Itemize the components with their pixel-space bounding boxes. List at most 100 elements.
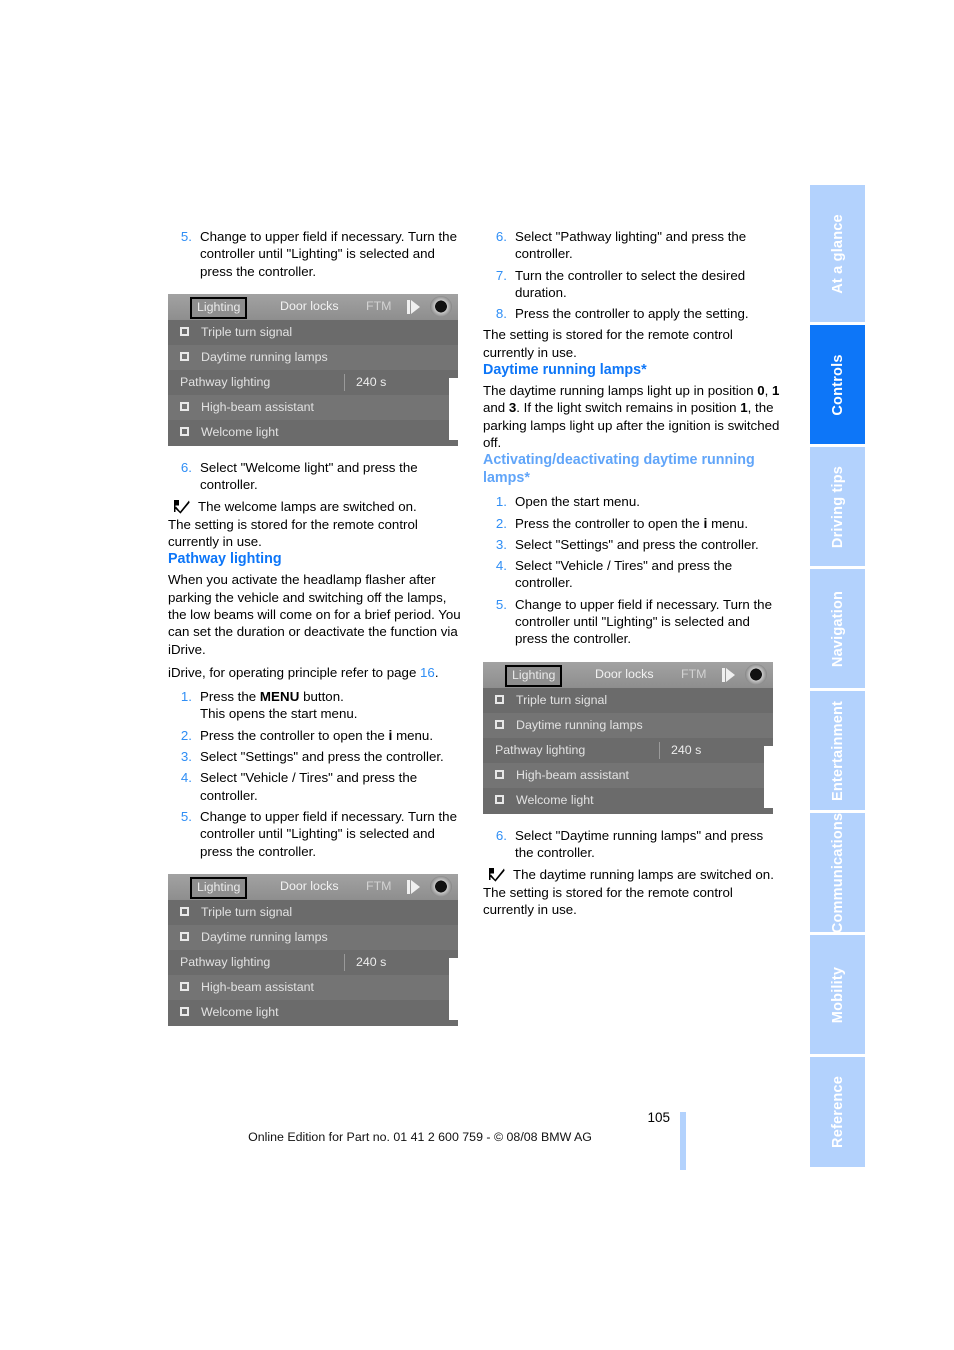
sidebar-tab-driving-tips[interactable]: Driving tips: [810, 447, 865, 569]
step-number: 8.: [495, 306, 507, 322]
step-number: 6.: [180, 459, 192, 475]
idrive-row-triple-turn-signal[interactable]: Triple turn signal: [168, 900, 458, 925]
result-text: The welcome lamps are switched on.: [198, 499, 417, 515]
idrive-rows: Triple turn signal Daytime running lamps…: [483, 688, 773, 813]
idrive-tab-door-locks[interactable]: Door locks: [595, 667, 654, 682]
step-number: 3.: [495, 536, 507, 552]
step-number: 6.: [495, 827, 507, 843]
controller-knob-icon: [745, 663, 767, 685]
step-second-line: This opens the start menu.: [200, 706, 358, 722]
idrive-row-high-beam-assistant[interactable]: High-beam assistant: [483, 762, 773, 788]
step-text: Select "Daytime running lamps" and press…: [515, 827, 764, 860]
idrive-tab-door-locks[interactable]: Door locks: [280, 879, 339, 894]
idrive-row-pathway-lighting[interactable]: Pathway lighting 240 s: [168, 950, 458, 975]
checkbox-icon[interactable]: [180, 427, 189, 437]
sidebar-tab-mobility[interactable]: Mobility: [810, 935, 865, 1057]
idrive-row-welcome-light[interactable]: Welcome light: [168, 1000, 458, 1025]
idrive-row-daytime-running-lamps[interactable]: Daytime running lamps: [483, 712, 773, 738]
row-label: Welcome light: [516, 792, 594, 807]
step-number: 4.: [495, 558, 507, 574]
step-number: 6.: [495, 229, 507, 244]
sidebar-tab-label: Entertainment: [829, 700, 846, 801]
idrive-row-pathway-lighting[interactable]: Pathway lighting 240 s: [168, 370, 458, 395]
row-label: High-beam assistant: [516, 767, 629, 782]
step-number: 7.: [495, 267, 507, 283]
step-text: Open the start menu.: [515, 494, 640, 510]
checkbox-icon[interactable]: [495, 794, 504, 804]
idrive-tab-lighting[interactable]: Lighting: [190, 876, 248, 899]
figure-watermark: [764, 745, 773, 808]
idrive-tab-ftm[interactable]: FTM: [681, 667, 706, 682]
controller-knob-icon: [430, 875, 452, 897]
idrive-row-pathway-lighting[interactable]: Pathway lighting 240 s: [483, 738, 773, 763]
step-number: 5.: [180, 808, 192, 824]
checkbox-icon[interactable]: [495, 694, 504, 704]
position-0: 0: [757, 383, 765, 399]
list-item: 5. Change to upper field if necessary. T…: [168, 228, 468, 280]
idrive-tab-ftm[interactable]: FTM: [366, 299, 391, 314]
idrive-tab-bar: Lighting Door locks FTM: [483, 661, 773, 688]
list-item: 6. Select "Welcome light" and press the …: [168, 459, 468, 494]
checkbox-icon[interactable]: [180, 327, 189, 337]
row-value: 240 s: [671, 742, 702, 757]
sidebar-tab-label: Communications: [829, 813, 846, 933]
manual-page: 5. Change to upper field if necessary. T…: [0, 0, 954, 1350]
step-text: Change to upper field if necessary. Turn…: [200, 229, 457, 279]
row-label: High-beam assistant: [201, 399, 314, 414]
idrive-screen-figure-2: Lighting Door locks FTM Triple turn sign…: [168, 873, 458, 1026]
right-column: 6. Select "Pathway lighting" and press t…: [483, 228, 783, 918]
idrive-tab-ftm[interactable]: FTM: [366, 879, 391, 894]
checkbox-icon[interactable]: [180, 1007, 189, 1017]
checkbox-icon[interactable]: [180, 352, 189, 362]
step-text: Turn the controller to select the desire…: [515, 267, 746, 300]
idrive-row-daytime-running-lamps[interactable]: Daytime running lamps: [168, 344, 458, 370]
idrive-row-welcome-light[interactable]: Welcome light: [483, 788, 773, 813]
idrive-row-welcome-light[interactable]: Welcome light: [168, 420, 458, 445]
checkbox-icon[interactable]: [495, 769, 504, 779]
row-value: 240 s: [356, 374, 387, 389]
idrive-rows: Triple turn signal Daytime running lamps…: [168, 900, 458, 1025]
idrive-ref-post: .: [434, 664, 439, 680]
sidebar-tab-navigation[interactable]: Navigation: [810, 569, 865, 691]
sidebar-tab-label: Controls: [829, 353, 846, 416]
drl-text-1: The daytime running lamps light up in po…: [483, 383, 758, 399]
row-label: Pathway lighting: [180, 954, 271, 969]
step-number: 1.: [495, 494, 507, 510]
idrive-tab-door-locks[interactable]: Door locks: [280, 299, 339, 314]
left-steps-procedure: 1. Press the MENU button. This opens the …: [168, 688, 468, 860]
sidebar-tab-entertainment[interactable]: Entertainment: [810, 691, 865, 813]
row-label: Pathway lighting: [495, 742, 586, 757]
checkbox-icon[interactable]: [495, 719, 504, 729]
heading-activating-deactivating-drl: Activating/deactivating daytime running …: [483, 452, 755, 487]
idrive-row-daytime-running-lamps[interactable]: Daytime running lamps: [168, 924, 458, 950]
sidebar-tab-at-a-glance[interactable]: At a glance: [810, 185, 865, 325]
idrive-row-triple-turn-signal[interactable]: Triple turn signal: [168, 320, 458, 345]
checkbox-icon[interactable]: [180, 402, 189, 412]
list-item: 2. Press the controller to open the i me…: [483, 515, 783, 532]
idrive-row-triple-turn-signal[interactable]: Triple turn signal: [483, 688, 773, 713]
checkbox-icon[interactable]: [180, 907, 189, 917]
idrive-tab-lighting[interactable]: Lighting: [505, 664, 563, 687]
drl-text-2: ,: [764, 383, 773, 399]
drl-text-4: . If the light switch remains in positio…: [516, 400, 741, 416]
idrive-row-high-beam-assistant[interactable]: High-beam assistant: [168, 974, 458, 1000]
step-pre: Press the controller to open the: [200, 727, 389, 743]
idrive-screen-figure-1: Lighting Door locks FTM Triple turn sign…: [168, 293, 458, 446]
checkbox-icon[interactable]: [180, 932, 189, 942]
list-item: 3. Select "Settings" and press the contr…: [483, 536, 783, 553]
idrive-tab-lighting[interactable]: Lighting: [190, 296, 248, 319]
sidebar-tab-communications[interactable]: Communications: [810, 813, 865, 935]
sidebar-tab-reference[interactable]: Reference: [810, 1057, 865, 1167]
page-link[interactable]: 16: [420, 665, 435, 680]
sidebar-tab-controls[interactable]: Controls: [810, 325, 865, 447]
list-item: 5. Change to upper field if necessary. T…: [483, 596, 783, 648]
checkbox-icon[interactable]: [180, 982, 189, 992]
step-number: 2.: [495, 515, 507, 531]
heading-daytime-running-lamps: Daytime running lamps*: [483, 362, 647, 379]
value-separator: [344, 373, 345, 391]
step-number: 5.: [495, 596, 507, 612]
drl-text-3: and: [483, 400, 509, 416]
left-column: 5. Change to upper field if necessary. T…: [168, 228, 468, 1026]
position-1b: 1: [740, 400, 748, 416]
idrive-row-high-beam-assistant[interactable]: High-beam assistant: [168, 394, 458, 420]
